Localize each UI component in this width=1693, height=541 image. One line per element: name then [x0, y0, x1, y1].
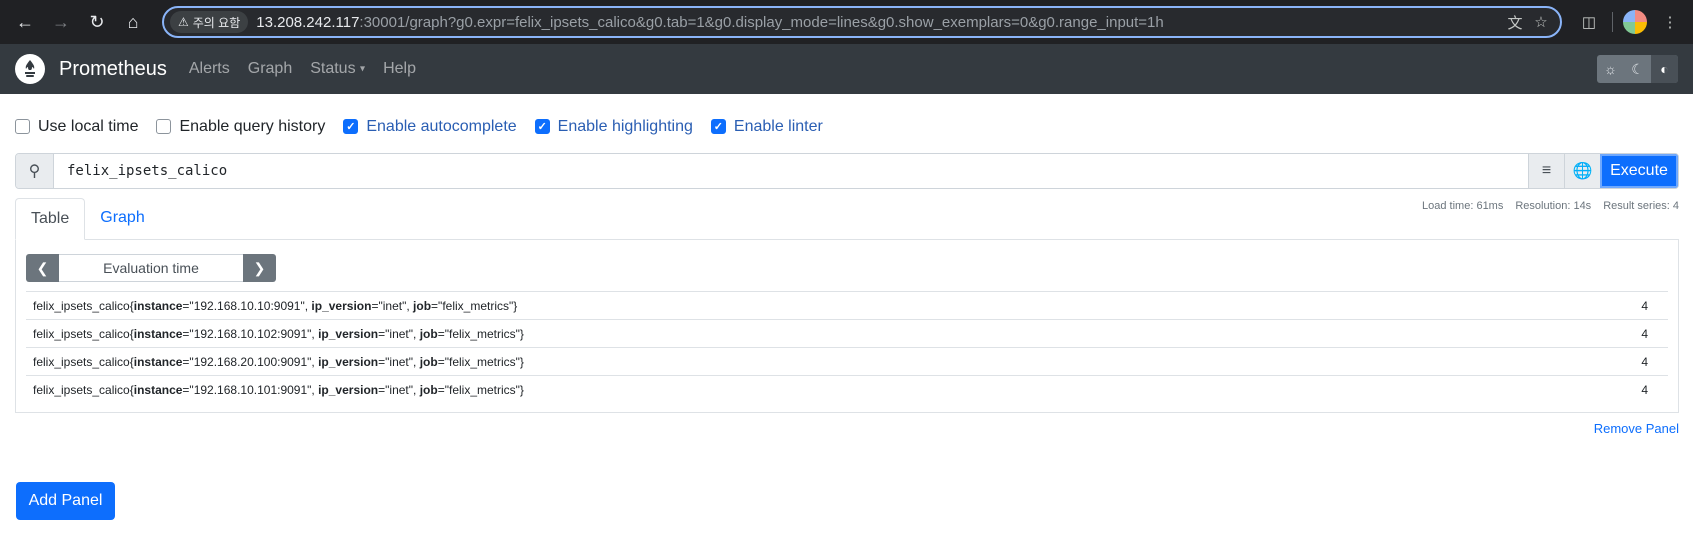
prometheus-logo-icon[interactable]: [15, 54, 45, 84]
translate-icon[interactable]: 文: [1502, 9, 1528, 35]
table-panel: ❮ Evaluation time ❯ felix_ipsets_calico{…: [15, 240, 1679, 413]
address-bar[interactable]: ⚠ 주의 요함 13.208.242.117:30001/graph?g0.ex…: [162, 6, 1562, 38]
table-row: felix_ipsets_calico{instance="192.168.10…: [26, 376, 1668, 404]
remove-panel-button[interactable]: Remove Panel: [1594, 421, 1679, 436]
nav-status[interactable]: Status ▾: [310, 60, 365, 78]
option-use-local-time[interactable]: Use local time: [15, 118, 138, 136]
expression-input[interactable]: felix_ipsets_calico: [54, 154, 1528, 188]
checkbox[interactable]: [156, 119, 172, 134]
checkbox-checked-icon[interactable]: ✓: [343, 119, 359, 134]
chevron-right-icon[interactable]: ❯: [243, 254, 276, 282]
nav-help[interactable]: Help: [383, 60, 416, 78]
security-label: 주의 요함: [192, 15, 241, 30]
resolution: Resolution: 14s: [1515, 200, 1592, 212]
checkbox-checked-icon[interactable]: ✓: [534, 119, 550, 134]
prometheus-navbar: Prometheus Alerts Graph Status ▾ Help ☼ …: [0, 44, 1693, 94]
option-autocomplete[interactable]: ✓ Enable autocomplete: [343, 117, 517, 136]
security-chip[interactable]: ⚠ 주의 요함: [170, 11, 249, 33]
table-row: felix_ipsets_calico{instance="192.168.10…: [26, 320, 1668, 348]
evaluation-time-picker: ❮ Evaluation time ❯: [26, 254, 276, 282]
contrast-icon[interactable]: ◐: [1651, 55, 1678, 83]
theme-switcher: ☼ ☾ ◐: [1597, 55, 1678, 83]
star-icon[interactable]: ☆: [1528, 9, 1554, 35]
option-highlighting[interactable]: ✓ Enable highlighting: [534, 117, 693, 136]
browser-toolbar: ← → ↻ ⌂ ⚠ 주의 요함 13.208.242.117:30001/gra…: [0, 0, 1693, 44]
add-panel-button[interactable]: Add Panel: [16, 482, 115, 520]
execute-button[interactable]: Execute: [1600, 154, 1678, 188]
load-time: Load time: 61ms: [1422, 200, 1504, 212]
search-icon: ⚲: [16, 154, 54, 188]
series-value: 4: [1641, 354, 1648, 369]
option-label: Enable linter: [733, 117, 823, 135]
chevron-left-icon[interactable]: ❮: [26, 254, 59, 282]
option-linter[interactable]: ✓ Enable linter: [710, 117, 823, 136]
series-value: 4: [1641, 298, 1648, 313]
series-value: 4: [1641, 383, 1648, 397]
kebab-menu-icon[interactable]: ⋮: [1657, 9, 1683, 35]
series-label: felix_ipsets_calico{instance="192.168.10…: [33, 326, 524, 341]
sun-icon[interactable]: ☼: [1597, 55, 1624, 83]
reload-icon[interactable]: ↻: [82, 7, 112, 37]
toolbar-divider: [1612, 12, 1613, 32]
tab-graph[interactable]: Graph: [85, 197, 159, 239]
caret-down-icon: ▾: [360, 63, 366, 75]
nav-status-label: Status: [310, 60, 356, 77]
query-stats: Load time: 61ms Resolution: 14s Result s…: [1422, 200, 1679, 212]
checkbox-checked-icon[interactable]: ✓: [710, 119, 726, 134]
option-label: Enable query history: [179, 117, 326, 135]
checkbox[interactable]: [15, 119, 30, 134]
option-label: Enable autocomplete: [366, 117, 517, 135]
query-options: Use local time Enable query history ✓ En…: [0, 94, 1693, 143]
url-path: :30001/graph?g0.expr=felix_ipsets_calico…: [359, 13, 1164, 31]
table-row: felix_ipsets_calico{instance="192.168.20…: [26, 348, 1668, 376]
extensions-icon[interactable]: ◫: [1576, 9, 1602, 35]
results-table: felix_ipsets_calico{instance="192.168.10…: [26, 291, 1668, 404]
expression-bar: ⚲ felix_ipsets_calico ≡ 🌐 Execute: [15, 153, 1679, 189]
option-query-history[interactable]: Enable query history: [156, 118, 325, 136]
option-label: Use local time: [38, 117, 139, 135]
series-value: 4: [1641, 326, 1648, 341]
profile-avatar[interactable]: [1623, 10, 1647, 34]
home-icon[interactable]: ⌂: [118, 7, 148, 37]
url-text[interactable]: 13.208.242.117:30001/graph?g0.expr=felix…: [256, 14, 1502, 31]
nav-alerts[interactable]: Alerts: [189, 60, 230, 78]
brand-title[interactable]: Prometheus: [59, 58, 167, 81]
tab-table[interactable]: Table: [15, 198, 86, 240]
result-series: Result series: 4: [1603, 200, 1679, 212]
nav-graph[interactable]: Graph: [248, 60, 292, 78]
format-expression-icon[interactable]: ≡: [1528, 154, 1564, 188]
forward-arrow-icon[interactable]: →: [46, 7, 76, 37]
series-label: felix_ipsets_calico{instance="192.168.20…: [33, 354, 524, 369]
evaluation-time-input[interactable]: Evaluation time: [59, 254, 243, 282]
metrics-explorer-icon[interactable]: 🌐: [1564, 154, 1600, 188]
table-row: felix_ipsets_calico{instance="192.168.10…: [26, 292, 1668, 320]
moon-icon[interactable]: ☾: [1624, 55, 1651, 83]
option-label: Enable highlighting: [557, 117, 693, 135]
warning-icon: ⚠: [178, 15, 189, 29]
series-label: felix_ipsets_calico{instance="192.168.10…: [33, 298, 518, 313]
series-label: felix_ipsets_calico{instance="192.168.10…: [33, 383, 524, 397]
url-host: 13.208.242.117: [256, 13, 360, 31]
back-arrow-icon[interactable]: ←: [10, 7, 40, 37]
remove-panel-link: Remove Panel: [0, 421, 1679, 439]
panel-tabs: Table Graph Load time: 61ms Resolution: …: [15, 198, 1679, 240]
